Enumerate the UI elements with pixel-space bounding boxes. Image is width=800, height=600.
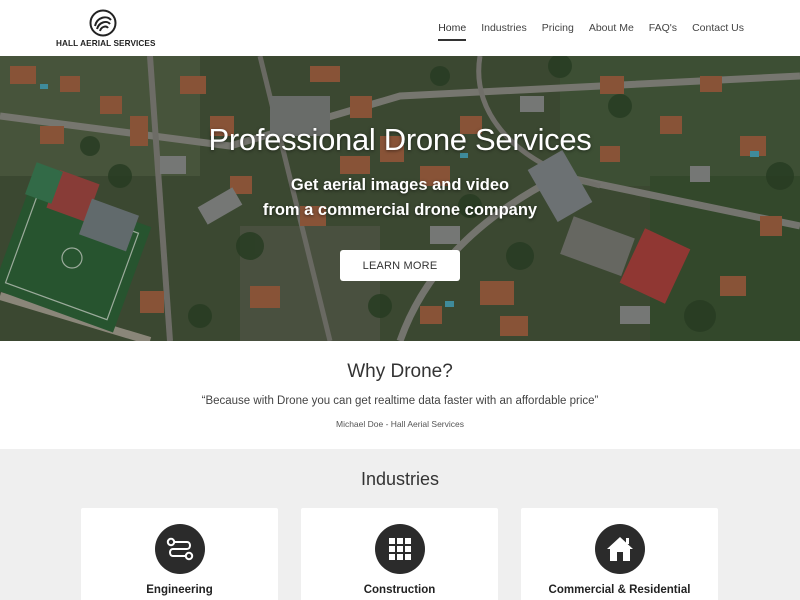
house-icon	[595, 524, 645, 574]
nav-pricing[interactable]: Pricing	[542, 16, 574, 40]
testimonial-author: Michael Doe - Hall Aerial Services	[335, 419, 465, 429]
nav-faqs[interactable]: FAQ's	[649, 16, 677, 40]
industry-card-engineering[interactable]: Engineering	[81, 508, 278, 600]
hero-subtitle-line2: from a commercial drone company	[262, 201, 538, 219]
nav-contact-us[interactable]: Contact Us	[692, 16, 744, 40]
swirl-logo-icon	[89, 9, 117, 37]
nav-about-me[interactable]: About Me	[589, 16, 634, 40]
industries-title: Industries	[360, 469, 440, 489]
nav-home[interactable]: Home	[438, 16, 467, 41]
site-header: HALL AERIAL SERVICES Home Industries Pri…	[0, 0, 800, 56]
testimonial-quote: “Because with Drone you can get realtime…	[201, 395, 599, 407]
main-nav: Home Industries Pricing About Me FAQ's C…	[438, 0, 744, 56]
nav-industries[interactable]: Industries	[481, 16, 527, 40]
hero-banner: Professional Drone Services Get aerial i…	[0, 56, 800, 341]
industry-card-commercial-residential[interactable]: Commercial & Residential	[521, 508, 718, 600]
hero-title: Professional Drone Services	[208, 122, 592, 157]
why-drone-title: Why Drone?	[347, 361, 453, 382]
why-drone-section: Why Drone? “Because with Drone you can g…	[0, 341, 800, 449]
learn-more-button[interactable]: LEARN MORE	[340, 250, 460, 281]
hero-overlay	[0, 56, 800, 341]
brand-name: HALL AERIAL SERVICES	[56, 39, 156, 48]
hero-subtitle-line1: Get aerial images and video	[290, 176, 510, 194]
industries-section: Industries Engineering Construction Comm…	[0, 449, 800, 600]
industry-label: Engineering	[146, 584, 213, 596]
circuit-icon	[155, 524, 205, 574]
industry-label: Construction	[363, 584, 436, 596]
industry-label: Commercial & Residential	[548, 584, 691, 596]
industry-card-construction[interactable]: Construction	[301, 508, 498, 600]
grid-icon	[375, 524, 425, 574]
brand-logo[interactable]: HALL AERIAL SERVICES	[56, 9, 156, 51]
